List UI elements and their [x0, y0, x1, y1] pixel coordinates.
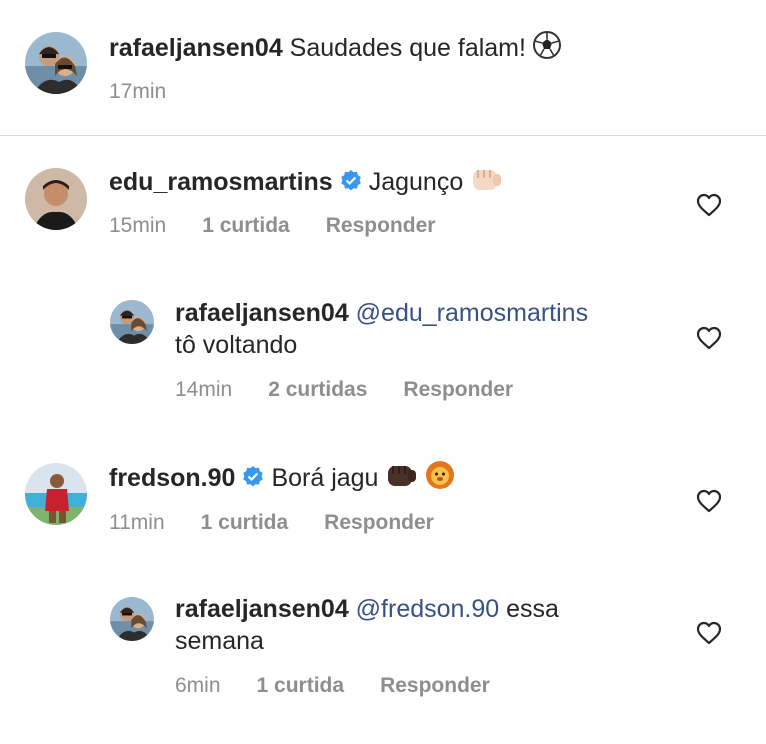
- username[interactable]: rafaeljansen04: [175, 595, 349, 623]
- timestamp: 14min: [175, 378, 233, 401]
- reply-button[interactable]: Responder: [324, 511, 434, 534]
- comment-body: rafaeljansen04 @edu_ramosmartins: [175, 297, 588, 329]
- heart-icon[interactable]: [696, 326, 722, 350]
- comment-meta: 14min 2 curtidas Responder: [175, 377, 549, 403]
- avatar[interactable]: [110, 597, 154, 641]
- soccer-ball-icon: [532, 30, 562, 68]
- likes-count[interactable]: 1 curtida: [201, 511, 289, 534]
- heart-icon[interactable]: [696, 621, 722, 645]
- comment-body: fredson.90 Borá jagu: [109, 460, 456, 498]
- timestamp: 6min: [175, 674, 221, 697]
- comment-text: Borá jagu: [271, 464, 379, 492]
- post-caption: rafaeljansen04 Saudades que falam! 17min: [0, 0, 766, 135]
- avatar[interactable]: [25, 168, 87, 230]
- comment-meta: 15min 1 curtida Responder: [109, 213, 471, 239]
- lion-icon: [424, 460, 456, 498]
- username[interactable]: rafaeljansen04: [175, 299, 349, 327]
- caption-text: rafaeljansen04 Saudades que falam!: [109, 30, 562, 68]
- avatar[interactable]: [110, 300, 154, 344]
- fist-icon: [469, 164, 503, 202]
- mention-link[interactable]: @fredson.90: [356, 595, 500, 623]
- username[interactable]: edu_ramosmartins: [109, 168, 333, 196]
- verified-badge-icon: [241, 465, 265, 489]
- likes-count[interactable]: 1 curtida: [257, 674, 345, 697]
- heart-icon[interactable]: [696, 489, 722, 513]
- comment-meta: 6min 1 curtida Responder: [175, 673, 526, 699]
- reply-button[interactable]: Responder: [326, 214, 436, 237]
- timestamp: 11min: [109, 511, 165, 534]
- likes-count[interactable]: 1 curtida: [202, 214, 290, 237]
- avatar[interactable]: [25, 463, 87, 525]
- mention-link[interactable]: @edu_ramosmartins: [356, 299, 588, 327]
- heart-icon[interactable]: [696, 193, 722, 217]
- comment-body: rafaeljansen04 @fredson.90 essa: [175, 593, 559, 625]
- comment-text: Jagunço: [368, 168, 464, 196]
- username[interactable]: fredson.90: [109, 464, 235, 492]
- comment-text: tô voltando: [175, 331, 298, 359]
- divider: [0, 135, 766, 136]
- comment-text-continued: semana: [175, 627, 264, 655]
- timestamp: 15min: [109, 214, 167, 237]
- likes-count[interactable]: 2 curtidas: [268, 378, 367, 401]
- timestamp: 17min: [109, 80, 167, 103]
- reply-button[interactable]: Responder: [380, 674, 490, 697]
- comment-text: essa: [506, 595, 559, 623]
- username[interactable]: rafaeljansen04: [109, 34, 283, 62]
- verified-badge-icon: [339, 169, 363, 193]
- fist-dark-icon: [384, 460, 418, 498]
- caption-meta: 17min: [109, 79, 202, 105]
- comment-meta: 11min 1 curtida Responder: [109, 510, 470, 536]
- avatar[interactable]: [25, 32, 87, 94]
- comment-body: edu_ramosmartins Jagunço: [109, 164, 503, 202]
- reply-button[interactable]: Responder: [403, 378, 513, 401]
- comment-text: Saudades que falam!: [289, 34, 526, 62]
